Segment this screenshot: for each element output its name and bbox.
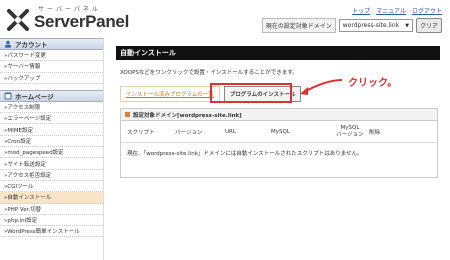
sidebar-item-label: »CGIツール <box>4 184 34 191</box>
table-header-row: スクリプト バージョン URL MySQL MySQL バージョン 削除 <box>121 121 437 143</box>
sidebar-item-access-restriction[interactable]: »アクセス制限 <box>0 102 103 114</box>
sidebar-item-access-deny[interactable]: »アクセス拒否設定 <box>0 170 103 181</box>
column-header-delete: 削除 <box>369 129 381 136</box>
domain-bar: 現在の設定対象ドメイン wordpress-site.link ▼ クリア <box>261 18 442 33</box>
main-content: 自動インストール XOOPSなどをワンクリックで設置・インストールすることができ… <box>116 46 440 178</box>
annotation-text: クリック。 <box>348 78 398 89</box>
domain-select-value: wordpress-site.link <box>342 22 400 29</box>
sidebar-item-server-info[interactable]: »サーバー情報 <box>0 61 103 73</box>
brand-title: ServerPanel <box>34 12 129 31</box>
sidebar-item-label: »自動インストール <box>4 195 52 202</box>
sidebar-item-label: »アクセス拒否設定 <box>4 172 52 179</box>
sidebar-item-auto-install[interactable]: »自動インストール <box>0 192 103 204</box>
sidebar-item-mime[interactable]: »MIME設定 <box>0 124 103 136</box>
highlight-box <box>210 83 292 103</box>
scripts-panel: 設定対象ドメイン[wordpress-site.link] スクリプト バージョ… <box>120 108 438 178</box>
homepage-icon <box>4 92 12 100</box>
sidebar-item-cron[interactable]: »Cron設定 <box>0 136 103 148</box>
sidebar-item-wordpress-install[interactable]: »WordPress簡単インストール <box>0 226 103 238</box>
column-header-url: URL <box>225 128 236 135</box>
sidebar-item-label: »バックアップ <box>4 75 41 82</box>
manual-link[interactable]: マニュアル <box>376 6 406 15</box>
sidebar-item-label: »アクセス制限 <box>4 105 41 112</box>
sidebar-item-password[interactable]: »パスワード変更 <box>0 50 103 62</box>
sidebar-item-label: »mod_pagespeed設定 <box>4 150 64 157</box>
panel-title: 設定対象ドメイン[wordpress-site.link] <box>133 112 242 119</box>
sidebar-item-label: »エラーページ設定 <box>4 116 52 123</box>
sidebar-item-label: »PHP Ver.切替 <box>4 206 42 213</box>
header: サーバーパネル ServerPanel トップ マニュアル ログアウト 現在の設… <box>0 0 450 38</box>
column-header-mysql-version: MySQL バージョン <box>336 124 364 138</box>
domain-select[interactable]: wordpress-site.link ▼ <box>338 19 413 32</box>
sidebar-item-cgi-tools[interactable]: »CGIツール <box>0 181 103 193</box>
column-header-mysql: MySQL <box>271 128 290 135</box>
sidebar-section-title: ホームページ <box>15 92 54 101</box>
sidebar-item-label: »サイト転送設定 <box>4 161 46 168</box>
sidebar-item-label: »Cron設定 <box>4 138 32 145</box>
annotation-arrow-icon <box>300 79 343 95</box>
sidebar-section-homepage: ホームページ <box>0 89 103 102</box>
clear-button[interactable]: クリア <box>415 18 442 33</box>
domain-label: 現在の設定対象ドメイン <box>261 18 336 33</box>
sidebar-section-account: アカウント <box>0 38 103 50</box>
chevron-down-icon: ▼ <box>405 22 409 29</box>
logout-link[interactable]: ログアウト <box>412 6 442 15</box>
sidebar-item-label: »php.ini設定 <box>4 218 38 224</box>
column-header-script: スクリプト <box>127 129 155 136</box>
column-header-version: バージョン <box>175 129 203 136</box>
sidebar-item-error-page[interactable]: »エラーページ設定 <box>0 113 103 125</box>
sidebar: アカウント »パスワード変更 »サーバー情報 »バックアップ ホームページ »ア… <box>0 38 104 260</box>
tab-installed-programs[interactable]: インストール済みプログラムの一覧 <box>120 86 220 102</box>
sidebar-item-pagespeed[interactable]: »mod_pagespeed設定 <box>0 147 103 159</box>
sidebar-item-php-ini[interactable]: »php.ini設定 <box>0 215 103 227</box>
panel-header: 設定対象ドメイン[wordpress-site.link] <box>121 109 437 121</box>
page-title: 自動インストール <box>116 46 440 60</box>
sidebar-item-label: »WordPress簡単インストール <box>4 229 80 236</box>
user-icon <box>5 40 11 48</box>
top-links: トップ マニュアル ログアウト <box>352 6 442 15</box>
sidebar-item-backup[interactable]: »バックアップ <box>0 73 103 84</box>
sidebar-item-label: »パスワード変更 <box>4 53 46 60</box>
empty-message: 現在、「wordpress-site.link」ドメインには自動インストールされ… <box>127 151 363 157</box>
sidebar-item-php-version[interactable]: »PHP Ver.切替 <box>0 204 103 215</box>
sidebar-section-title: アカウント <box>15 41 48 49</box>
top-link[interactable]: トップ <box>352 6 370 15</box>
sidebar-item-site-redirect[interactable]: »サイト転送設定 <box>0 158 103 170</box>
square-bullet-icon <box>125 112 130 117</box>
sidebar-item-label: »サーバー情報 <box>4 64 41 71</box>
serverpanel-logo-icon <box>7 9 29 31</box>
sidebar-item-label: »MIME設定 <box>4 127 33 134</box>
